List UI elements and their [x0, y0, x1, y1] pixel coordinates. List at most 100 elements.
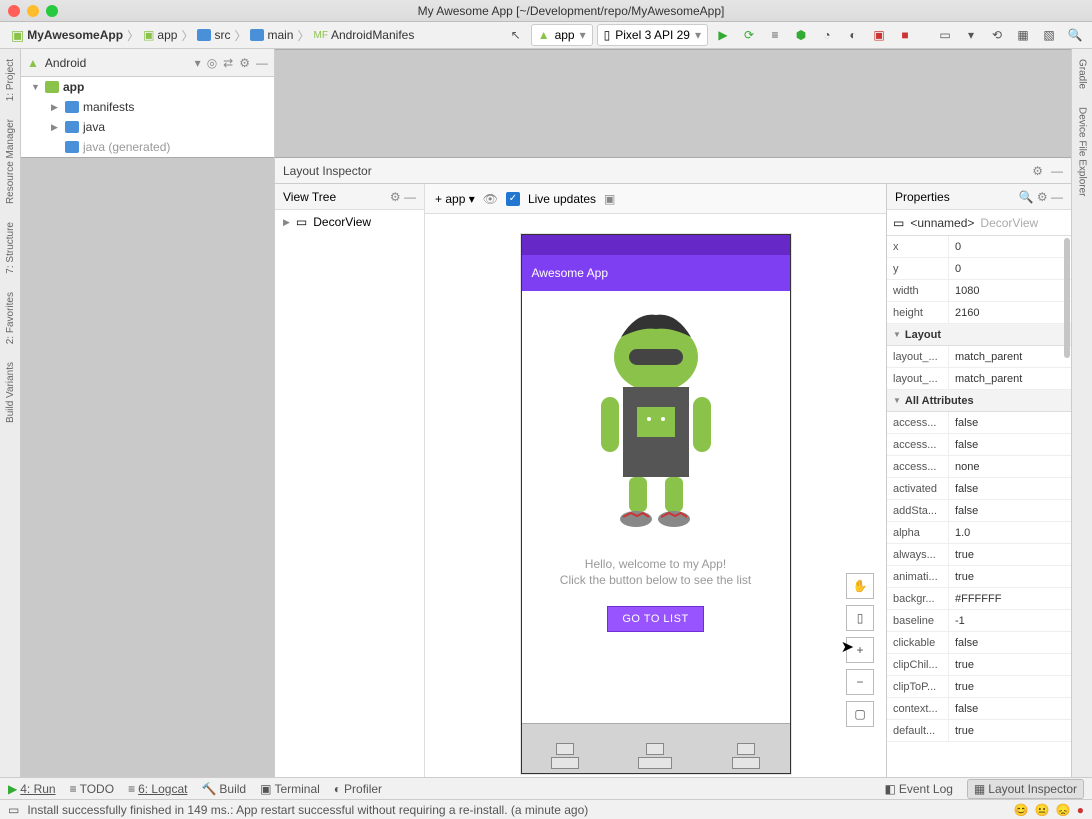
- prop-value[interactable]: false: [949, 478, 1071, 499]
- sad-icon[interactable]: 😞: [1056, 803, 1071, 817]
- prop-value[interactable]: true: [949, 720, 1071, 741]
- prop-value[interactable]: 1.0: [949, 522, 1071, 543]
- prop-value[interactable]: 1080: [949, 280, 1071, 301]
- prop-row[interactable]: context...false: [887, 698, 1071, 720]
- collapse-icon[interactable]: —: [1051, 190, 1063, 204]
- meh-icon[interactable]: 😐: [1035, 803, 1050, 817]
- side-favorites[interactable]: 2: Favorites: [5, 288, 16, 348]
- prop-value[interactable]: true: [949, 544, 1071, 565]
- prop-value[interactable]: match_parent: [949, 368, 1071, 389]
- prop-value[interactable]: -1: [949, 610, 1071, 631]
- breadcrumb[interactable]: ▣ MyAwesomeApp〉 ▣ app〉 src〉 main〉 MF And…: [6, 25, 419, 46]
- close-icon[interactable]: [8, 5, 20, 17]
- profiler-button[interactable]: ◐: [842, 24, 864, 46]
- search-icon[interactable]: 🔍: [1019, 190, 1034, 204]
- filter-icon[interactable]: ⇄: [223, 56, 233, 70]
- prop-value[interactable]: true: [949, 676, 1071, 697]
- side-device-explorer[interactable]: Device File Explorer: [1077, 103, 1088, 200]
- sdk-button[interactable]: ▾: [960, 24, 982, 46]
- tab-terminal[interactable]: ▣ Terminal: [260, 782, 320, 796]
- go-to-list-button[interactable]: GO TO LIST: [607, 606, 703, 632]
- snapshot-icon[interactable]: ▣: [604, 192, 615, 206]
- side-build-variants[interactable]: Build Variants: [5, 358, 16, 427]
- side-structure[interactable]: 7: Structure: [5, 218, 16, 278]
- prop-row[interactable]: clipToP...true: [887, 676, 1071, 698]
- decorview-row[interactable]: ▶ ▭ DecorView: [275, 210, 424, 234]
- prop-row[interactable]: access...none: [887, 456, 1071, 478]
- prop-row[interactable]: access...false: [887, 434, 1071, 456]
- stop-button[interactable]: ■: [894, 24, 916, 46]
- prop-value[interactable]: false: [949, 434, 1071, 455]
- error-icon[interactable]: ●: [1077, 803, 1084, 817]
- tab-event-log[interactable]: ◧ Event Log: [885, 782, 953, 796]
- tab-profiler[interactable]: ◐ Profiler: [334, 782, 382, 796]
- prop-row[interactable]: default...true: [887, 720, 1071, 742]
- gear-icon[interactable]: ⚙: [390, 190, 401, 204]
- tab-layout-inspector[interactable]: ▦ Layout Inspector: [967, 779, 1084, 799]
- avd-button[interactable]: ▭: [934, 24, 956, 46]
- prop-row[interactable]: activatedfalse: [887, 478, 1071, 500]
- prop-row[interactable]: width1080: [887, 280, 1071, 302]
- apply-code-button[interactable]: ≡: [764, 24, 786, 46]
- prop-value[interactable]: false: [949, 412, 1071, 433]
- sync-button[interactable]: ⟲: [986, 24, 1008, 46]
- tree-item-manifests[interactable]: ▶ manifests: [21, 97, 274, 117]
- prop-row[interactable]: x0: [887, 236, 1071, 258]
- prop-value[interactable]: none: [949, 456, 1071, 477]
- prop-row[interactable]: y0: [887, 258, 1071, 280]
- collapse-icon[interactable]: —: [256, 56, 268, 70]
- prop-value[interactable]: 2160: [949, 302, 1071, 323]
- coverage-button[interactable]: ◔: [816, 24, 838, 46]
- prop-row[interactable]: addSta...false: [887, 500, 1071, 522]
- add-process[interactable]: + app ▾: [435, 192, 475, 206]
- side-gradle[interactable]: Gradle: [1077, 55, 1088, 93]
- run-button[interactable]: ▶: [712, 24, 734, 46]
- prop-row[interactable]: clipChil...true: [887, 654, 1071, 676]
- tab-todo[interactable]: ≡ TODO: [70, 782, 114, 796]
- properties-list[interactable]: x0y0width1080height2160 Layout layout_..…: [887, 236, 1071, 777]
- prop-value[interactable]: false: [949, 632, 1071, 653]
- tree-root[interactable]: ▼ app: [21, 77, 274, 97]
- collapse-icon[interactable]: —: [1051, 164, 1063, 178]
- search-button[interactable]: 🔍: [1064, 24, 1086, 46]
- run-config-selector[interactable]: ▲ app ▾: [531, 24, 593, 46]
- prop-value[interactable]: 0: [949, 258, 1071, 279]
- gear-icon[interactable]: ⚙: [1037, 190, 1048, 204]
- prop-value[interactable]: 0: [949, 236, 1071, 257]
- tab-run[interactable]: ▶4: Run: [8, 782, 56, 796]
- prop-row[interactable]: baseline-1: [887, 610, 1071, 632]
- prop-row[interactable]: access...false: [887, 412, 1071, 434]
- prop-value[interactable]: true: [949, 654, 1071, 675]
- target-icon[interactable]: ◎: [207, 56, 217, 70]
- gear-icon[interactable]: ⚙: [239, 56, 250, 70]
- prop-row[interactable]: alpha1.0: [887, 522, 1071, 544]
- back-button[interactable]: ↖: [505, 24, 527, 46]
- smile-icon[interactable]: 😊: [1014, 803, 1029, 817]
- prop-value[interactable]: match_parent: [949, 346, 1071, 367]
- prop-row[interactable]: layout_...match_parent: [887, 368, 1071, 390]
- side-resource-manager[interactable]: Resource Manager: [5, 115, 16, 208]
- prop-row[interactable]: backgr...#FFFFFF: [887, 588, 1071, 610]
- minimize-icon[interactable]: [27, 5, 39, 17]
- side-project[interactable]: 1: Project: [5, 55, 16, 105]
- layout-button[interactable]: ▦: [1012, 24, 1034, 46]
- prop-row[interactable]: clickablefalse: [887, 632, 1071, 654]
- prop-value[interactable]: #FFFFFF: [949, 588, 1071, 609]
- live-updates-checkbox[interactable]: ✓: [506, 192, 520, 206]
- prop-value[interactable]: false: [949, 500, 1071, 521]
- project-tree[interactable]: ▼ app ▶ manifests ▶ java java (generated…: [21, 77, 274, 157]
- project-view-selector[interactable]: Android: [45, 56, 189, 70]
- attach-debugger-button[interactable]: ▣: [868, 24, 890, 46]
- pan-button[interactable]: ✋: [846, 573, 874, 599]
- fit-button[interactable]: ▢: [846, 701, 874, 727]
- eye-icon[interactable]: 👁: [483, 192, 498, 206]
- layers-button[interactable]: ▯: [846, 605, 874, 631]
- prop-row[interactable]: height2160: [887, 302, 1071, 324]
- tab-build[interactable]: 🔨 Build: [201, 782, 246, 796]
- prop-value[interactable]: false: [949, 698, 1071, 719]
- zoom-icon[interactable]: [46, 5, 58, 17]
- debug-button[interactable]: ⬢: [790, 24, 812, 46]
- gear-icon[interactable]: ⚙: [1032, 164, 1043, 178]
- prop-row[interactable]: layout_...match_parent: [887, 346, 1071, 368]
- collapse-icon[interactable]: —: [404, 190, 416, 204]
